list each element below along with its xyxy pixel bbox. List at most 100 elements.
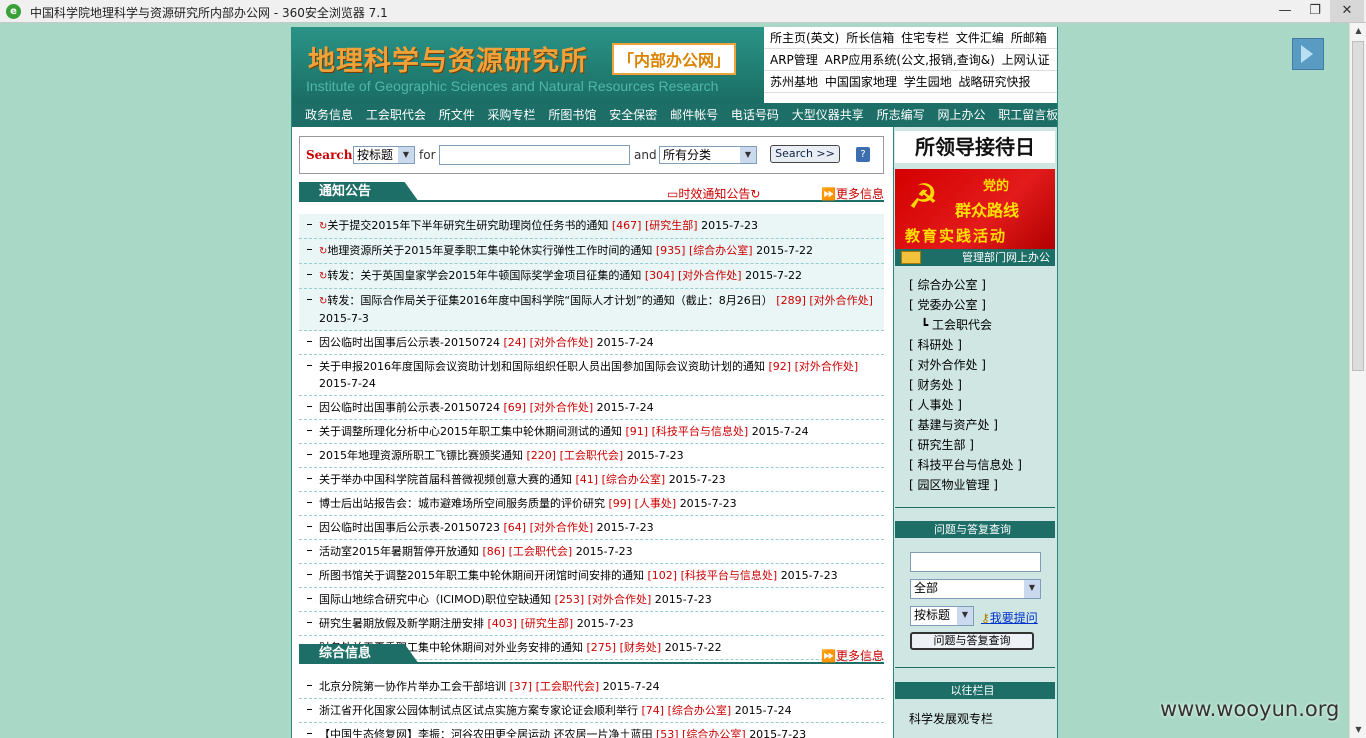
dept-link[interactable]: [ 对外合作处 ] (909, 355, 1022, 375)
top-link[interactable]: 文件汇编 (956, 31, 1004, 45)
list-item[interactable]: ↻关于提交2015年下半年研究生研究助理岗位任务书的通知 [467] [研究生部… (299, 214, 884, 239)
item-title[interactable]: 浙江省开化国家公园体制试点区试点实施方案专家论证会顺利举行 (319, 704, 638, 717)
item-dept[interactable]: [研究生部] (521, 617, 574, 630)
item-title[interactable]: 因公临时出国事后公示表-20150723 (319, 521, 500, 534)
list-item[interactable]: 关于申报2016年度国际会议资助计划和国际组织任职人员出国参加国际会议资助计划的… (299, 355, 884, 396)
sidebar-toggle-icon[interactable] (1292, 38, 1324, 70)
top-link[interactable]: 中国国家地理 (825, 75, 897, 89)
list-item[interactable]: 关于举办中国科学院首届科普微视频创意大赛的通知 [41] [综合办公室] 201… (299, 468, 884, 492)
item-dept[interactable]: [综合办公室] (689, 244, 753, 257)
qa-keyword-input[interactable] (910, 552, 1041, 572)
item-title[interactable]: 转发：国际合作局关于征集2016年度中国科学院“国际人才计划”的通知（截止：8月… (327, 294, 772, 307)
top-link[interactable]: 苏州基地 (770, 75, 818, 89)
dept-link[interactable]: [ 科研处 ] (909, 335, 1022, 355)
list-item[interactable]: 所图书馆关于调整2015年职工集中轮休期间开闭馆时间安排的通知 [102] [科… (299, 564, 884, 588)
top-link[interactable]: ARP管理 (770, 53, 818, 67)
dept-link[interactable]: [ 基建与资产处 ] (909, 415, 1022, 435)
list-item[interactable]: 国际山地综合研究中心（ICIMOD)职位空缺通知 [253] [对外合作处] 2… (299, 588, 884, 612)
list-item[interactable]: 【中国生态修复网】李振：河谷农田更全居运动 还农居一片净土蓝田 [53] [综合… (299, 723, 884, 738)
item-dept[interactable]: [对外合作处] (588, 593, 652, 606)
item-dept[interactable]: [工会职代会] (509, 545, 573, 558)
top-link[interactable]: 学生园地 (904, 75, 952, 89)
item-dept[interactable]: [科技平台与信息处] (652, 425, 749, 438)
item-dept[interactable]: [对外合作处] (678, 269, 742, 282)
restore-button[interactable]: ❐ (1298, 0, 1332, 22)
reception-day-title[interactable]: 所领导接待日 (895, 131, 1055, 163)
close-button[interactable]: ✕ (1330, 0, 1364, 22)
item-title[interactable]: 因公临时出国事前公示表-20150724 (319, 401, 500, 414)
item-title[interactable]: 博士后出站报告会：城市避难场所空间服务质量的评价研究 (319, 497, 605, 510)
item-title[interactable]: 关于申报2016年度国际会议资助计划和国际组织任职人员出国参加国际会议资助计划的… (319, 360, 765, 373)
search-by-select[interactable]: 按标题 ▼ (353, 146, 415, 164)
dept-link[interactable]: [ 研究生部 ] (909, 435, 1022, 455)
item-title[interactable]: 【中国生态修复网】李振：河谷农田更全居运动 还农居一片净土蓝田 (319, 728, 653, 738)
list-item[interactable]: 2015年地理资源所职工飞镖比赛颁奖通知 [220] [工会职代会] 2015-… (299, 444, 884, 468)
dept-link[interactable]: [ 人事处 ] (909, 395, 1022, 415)
nav-item[interactable]: 所文件 (439, 108, 475, 122)
item-title[interactable]: 2015年地理资源所职工飞镖比赛颁奖通知 (319, 449, 523, 462)
nav-item[interactable]: 网上办公 (937, 108, 985, 122)
general-more-link[interactable]: ⏩更多信息 (821, 647, 884, 664)
item-dept[interactable]: [综合办公室] (682, 728, 746, 738)
list-item[interactable]: 因公临时出国事后公示表-20150724 [24] [对外合作处] 2015-7… (299, 331, 884, 355)
dept-link[interactable]: [ 党委办公室 ] (909, 295, 1022, 315)
list-item[interactable]: 活动室2015年暑期暂停开放通知 [86] [工会职代会] 2015-7-23 (299, 540, 884, 564)
scrollbar-thumb[interactable] (1352, 41, 1364, 371)
nav-item[interactable]: 职工留言板 (998, 108, 1057, 122)
item-dept[interactable]: [对外合作处] (809, 294, 873, 307)
item-dept[interactable]: [对外合作处] (530, 336, 594, 349)
dept-link[interactable]: [ 综合办公室 ] (909, 275, 1022, 295)
list-item[interactable]: 因公临时出国事前公示表-20150724 [69] [对外合作处] 2015-7… (299, 396, 884, 420)
past-item-link[interactable]: 科学发展观专栏 (909, 710, 993, 727)
nav-item[interactable]: 电话号码 (731, 108, 779, 122)
item-title[interactable]: 所图书馆关于调整2015年职工集中轮休期间开闭馆时间安排的通知 (319, 569, 644, 582)
item-dept[interactable]: [科技平台与信息处] (681, 569, 778, 582)
dept-link[interactable]: [ 园区物业管理 ] (909, 475, 1022, 495)
item-dept[interactable]: [对外合作处] (795, 360, 859, 373)
top-link[interactable]: 战略研究快报 (959, 75, 1031, 89)
item-dept[interactable]: [工会职代会] (536, 680, 600, 693)
item-title[interactable]: 关于提交2015年下半年研究生研究助理岗位任务书的通知 (327, 219, 608, 232)
list-item[interactable]: 因公临时出国事后公示表-20150723 [64] [对外合作处] 2015-7… (299, 516, 884, 540)
item-title[interactable]: 活动室2015年暑期暂停开放通知 (319, 545, 479, 558)
nav-item[interactable]: 政务信息 (305, 108, 353, 122)
item-title[interactable]: 因公临时出国事后公示表-20150724 (319, 336, 500, 349)
dept-link[interactable]: [ 科技平台与信息处 ] (909, 455, 1022, 475)
nav-item[interactable]: 工会职代会 (366, 108, 426, 122)
item-title[interactable]: 地理资源所关于2015年夏季职工集中轮休实行弹性工作时间的通知 (327, 244, 652, 257)
qa-by-select[interactable]: 按标题 ▼ (910, 606, 974, 626)
party-banner[interactable]: ☭ 党的 群众路线 教育实践活动 (895, 169, 1055, 249)
list-item[interactable]: 关于调整所理化分析中心2015年职工集中轮休期间测试的通知 [91] [科技平台… (299, 420, 884, 444)
category-select[interactable]: 所有分类 ▼ (659, 146, 757, 164)
item-title[interactable]: 关于调整所理化分析中心2015年职工集中轮休期间测试的通知 (319, 425, 622, 438)
dept-link[interactable]: ┗ 工会职代会 (909, 315, 1022, 335)
item-dept[interactable]: [人事处] (635, 497, 677, 510)
list-item[interactable]: 研究生暑期放假及新学期注册安排 [403] [研究生部] 2015-7-23 (299, 612, 884, 636)
list-item[interactable]: 北京分院第一协作片举办工会干部培训 [37] [工会职代会] 2015-7-24 (299, 675, 884, 699)
nav-item[interactable]: 邮件帐号 (670, 108, 718, 122)
top-link[interactable]: 住宅专栏 (901, 31, 949, 45)
qa-scope-select[interactable]: 全部 ▼ (910, 579, 1041, 599)
list-item[interactable]: ↻转发：国际合作局关于征集2016年度中国科学院“国际人才计划”的通知（截止：8… (299, 289, 884, 331)
top-link[interactable]: ARP应用系统(公文,报销,查询&) (825, 53, 995, 67)
top-link[interactable]: 上网认证 (1002, 53, 1050, 67)
search-input[interactable] (439, 145, 630, 165)
nav-item[interactable]: 所志编写 (877, 108, 925, 122)
nav-item[interactable]: 安全保密 (609, 108, 657, 122)
nav-item[interactable]: 大型仪器共享 (792, 108, 864, 122)
nav-item[interactable]: 采购专栏 (488, 108, 536, 122)
item-title[interactable]: 关于举办中国科学院首届科普微视频创意大赛的通知 (319, 473, 572, 486)
list-item[interactable]: ↻地理资源所关于2015年夏季职工集中轮休实行弹性工作时间的通知 [935] [… (299, 239, 884, 264)
list-item[interactable]: ↻转发：关于英国皇家学会2015年牛顿国际奖学金项目征集的通知 [304] [对… (299, 264, 884, 289)
help-icon[interactable]: ? (856, 147, 870, 162)
item-dept[interactable]: [对外合作处] (530, 401, 594, 414)
top-link[interactable]: 所长信箱 (846, 31, 894, 45)
item-title[interactable]: 北京分院第一协作片举办工会干部培训 (319, 680, 506, 693)
item-dept[interactable]: [综合办公室] (602, 473, 666, 486)
list-item[interactable]: 博士后出站报告会：城市避难场所空间服务质量的评价研究 [99] [人事处] 20… (299, 492, 884, 516)
search-button[interactable]: Search >> (770, 145, 840, 163)
item-title[interactable]: 研究生暑期放假及新学期注册安排 (319, 617, 484, 630)
nav-item[interactable]: 所图书馆 (548, 108, 596, 122)
item-dept[interactable]: [综合办公室] (668, 704, 732, 717)
top-link[interactable]: 所邮箱 (1011, 31, 1047, 45)
